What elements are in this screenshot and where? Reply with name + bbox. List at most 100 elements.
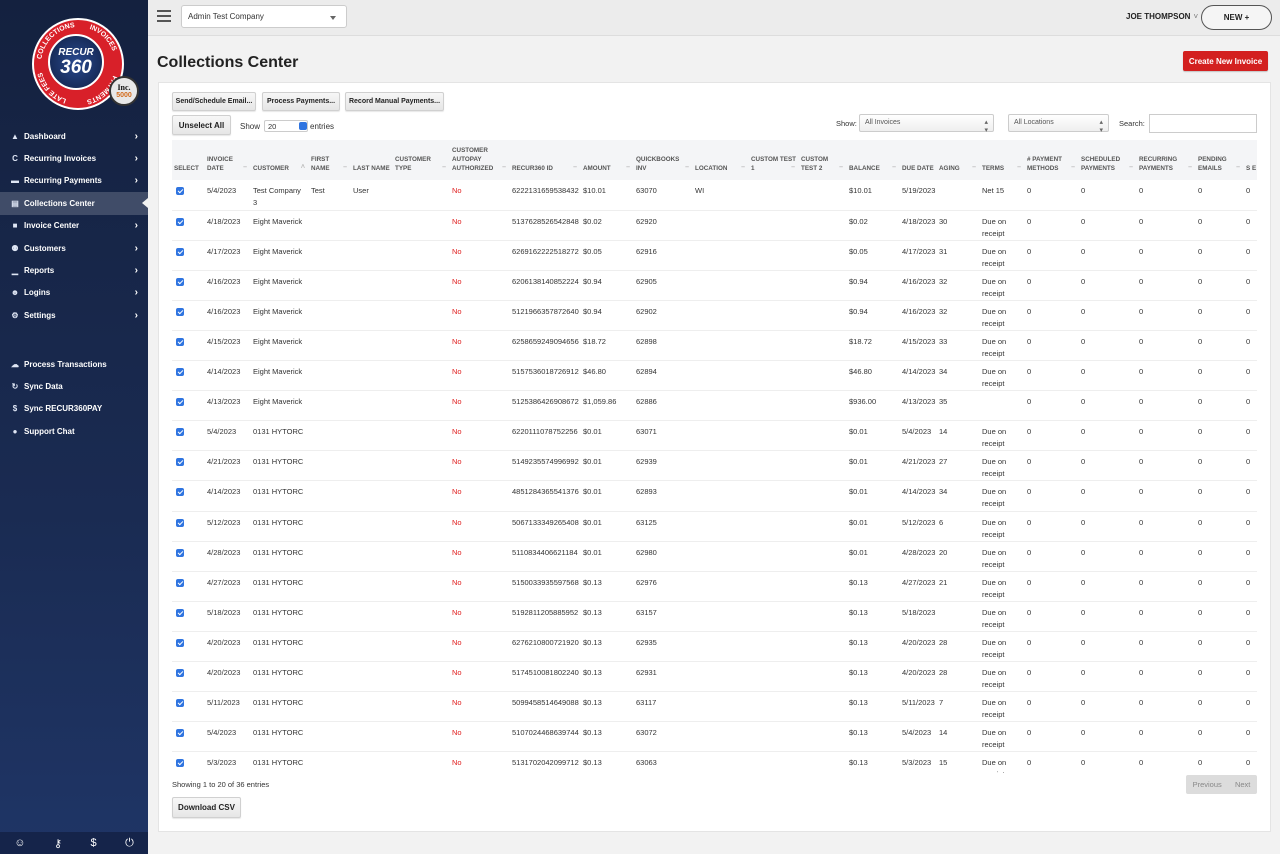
sort-icon[interactable]: – [839, 163, 843, 172]
column-header-custom-test-2[interactable]: Custom Test 2– [799, 140, 847, 180]
row-checkbox[interactable] [176, 368, 184, 377]
table-row[interactable]: 4/27/2023 0131 HYTORC No 5150033935597568 $0… [172, 570, 1257, 602]
table-row[interactable]: 4/15/2023 Eight Maverick No 625865924909465… [172, 329, 1257, 361]
row-checkbox[interactable] [176, 759, 184, 768]
hamburger-menu-icon[interactable] [157, 10, 171, 22]
column-header-terms[interactable]: Terms – [980, 140, 1025, 180]
sort-icon[interactable]: – [685, 163, 689, 172]
row-checkbox[interactable] [176, 488, 184, 497]
column-header-amount[interactable]: Amount – [581, 140, 634, 180]
row-checkbox[interactable] [176, 307, 184, 316]
sidebar-item-support-chat[interactable]: ● Support Chat [0, 420, 148, 442]
previous-page-button[interactable]: Previous [1193, 780, 1222, 789]
sort-icon[interactable]: – [626, 163, 630, 172]
table-row[interactable]: 4/20/2023 0131 HYTORC No 6276210800721920 $0… [172, 630, 1257, 662]
row-checkbox[interactable] [176, 217, 184, 226]
select-cell[interactable] [172, 269, 205, 301]
user-menu[interactable]: JOE THOMPSON ˅ [1126, 12, 1198, 21]
row-checkbox[interactable] [176, 518, 184, 527]
sort-icon[interactable]: – [972, 163, 976, 172]
sort-icon[interactable]: – [892, 163, 896, 172]
dollar-icon[interactable]: $ [90, 837, 96, 849]
row-checkbox[interactable] [176, 638, 184, 647]
select-cell[interactable] [172, 570, 205, 602]
row-checkbox[interactable] [176, 578, 184, 587]
sidebar-item-recurring-invoices[interactable]: C Recurring Invoices › [0, 147, 148, 169]
row-checkbox[interactable] [176, 337, 184, 346]
select-cell[interactable] [172, 751, 205, 773]
row-checkbox[interactable] [176, 277, 184, 286]
table-row[interactable]: 4/16/2023 Eight Maverick No 512196635787264… [172, 299, 1257, 331]
row-checkbox[interactable] [176, 729, 184, 738]
sort-icon[interactable]: – [243, 163, 247, 172]
sidebar-item-recurring-payments[interactable]: ▬ Recurring Payments › [0, 170, 148, 192]
select-cell[interactable] [172, 420, 205, 451]
sidebar-item-process-transactions[interactable]: ☁ Process Transactions [0, 353, 148, 375]
row-checkbox[interactable] [176, 187, 184, 195]
row-checkbox[interactable] [176, 608, 184, 617]
sidebar-item-sync-data[interactable]: ↻ Sync Data [0, 375, 148, 397]
sort-icon[interactable]: – [442, 163, 446, 172]
company-select[interactable]: Admin Test Company [181, 5, 347, 28]
row-checkbox[interactable] [176, 247, 184, 256]
column-header-customer-autopay-authorized[interactable]: Customer Autopay Authorized – [450, 140, 510, 180]
sidebar-item-dashboard[interactable]: ▲ Dashboard › [0, 125, 148, 147]
select-cell[interactable] [172, 450, 205, 481]
sort-icon[interactable]: – [1236, 163, 1240, 172]
sort-asc-icon[interactable]: ˄ [301, 163, 305, 172]
sort-icon[interactable]: – [343, 163, 347, 172]
table-row[interactable]: 4/13/2023 Eight Maverick No 512538642690867… [172, 390, 1257, 421]
select-cell[interactable] [172, 299, 205, 331]
column-header-pending-emails[interactable]: Pending Emails – [1196, 140, 1244, 180]
column-header-recur360-id[interactable]: Recur360 ID – [510, 140, 581, 180]
table-row[interactable]: 5/18/2023 0131 HYTORC No 5192811205885952 $0… [172, 600, 1257, 632]
sidebar-item-customers[interactable]: ⚉ Customers › [0, 237, 148, 259]
select-cell[interactable] [172, 510, 205, 542]
sort-icon[interactable]: – [1017, 163, 1021, 172]
column-header-s-e[interactable]: S E– [1244, 140, 1257, 180]
select-cell[interactable] [172, 540, 205, 572]
invoice-filter-select[interactable]: All Invoices ▴ ▾ [859, 114, 994, 134]
unselect-all-button[interactable]: Unselect All [172, 115, 231, 135]
sidebar-item-invoice-center[interactable]: ■ Invoice Center › [0, 215, 148, 237]
select-cell[interactable] [172, 360, 205, 391]
select-cell[interactable] [172, 691, 205, 722]
select-cell[interactable] [172, 660, 205, 692]
search-input[interactable] [1149, 114, 1257, 133]
row-checkbox[interactable] [176, 669, 184, 677]
download-csv-button[interactable]: Download CSV [172, 797, 241, 818]
column-header-customer-type[interactable]: Customer Type – [393, 140, 450, 180]
table-row[interactable]: 5/4/2023 0131 HYTORC No 6220111078752256 $0.… [172, 420, 1257, 451]
sidebar-item-collections-center[interactable]: ▤ Collections Center [0, 192, 148, 215]
invoices-table-container[interactable]: Select Invoice Date – Customer ˄ First Name – L… [172, 140, 1257, 773]
column-header-quickbooks-inv[interactable]: QuickBooks Inv – [634, 140, 693, 180]
sidebar-item-reports[interactable]: ▁ Reports › [0, 259, 148, 281]
sidebar-item-logins[interactable]: ☻ Logins › [0, 282, 148, 304]
select-cell[interactable] [172, 480, 205, 512]
column-header-location[interactable]: Location – [693, 140, 749, 180]
new-button[interactable]: NEW + [1201, 5, 1272, 30]
table-row[interactable]: 4/14/2023 Eight Maverick No 515753601872691… [172, 360, 1257, 391]
power-icon[interactable]: ⏻ [125, 837, 134, 850]
sort-icon[interactable]: – [1188, 163, 1192, 172]
select-cell[interactable] [172, 209, 205, 241]
row-checkbox[interactable] [176, 428, 184, 437]
table-row[interactable]: 4/21/2023 0131 HYTORC No 5149235574996992 $0… [172, 450, 1257, 481]
sidebar-item-sync-recur360pay[interactable]: $ Sync RECUR360PAY [0, 398, 148, 420]
table-row[interactable]: 4/28/2023 0131 HYTORC No 5110834406621184 $0… [172, 540, 1257, 572]
select-cell[interactable] [172, 390, 205, 421]
table-row[interactable]: 5/4/2023 Test Company 3 Test User No 62221316… [172, 180, 1257, 210]
table-row[interactable]: 4/14/2023 0131 HYTORC No 4851284365541376 $0… [172, 480, 1257, 512]
column-header-payment-methods[interactable]: # Payment Methods – [1025, 140, 1079, 180]
select-cell[interactable] [172, 630, 205, 662]
row-checkbox[interactable] [176, 458, 184, 467]
table-row[interactable]: 5/11/2023 0131 HYTORC No 5099458514649088 $0… [172, 691, 1257, 722]
key-icon[interactable]: ⚷ [54, 837, 62, 850]
select-cell[interactable] [172, 329, 205, 361]
sort-icon[interactable]: – [1071, 163, 1075, 172]
user-icon[interactable]: ☺ [14, 837, 25, 849]
select-cell[interactable] [172, 600, 205, 632]
column-header-customer[interactable]: Customer ˄ [251, 140, 309, 180]
column-header-recurring-payments[interactable]: Recurring Payments – [1137, 140, 1196, 180]
column-header-due-date[interactable]: Due Date – [900, 140, 937, 180]
